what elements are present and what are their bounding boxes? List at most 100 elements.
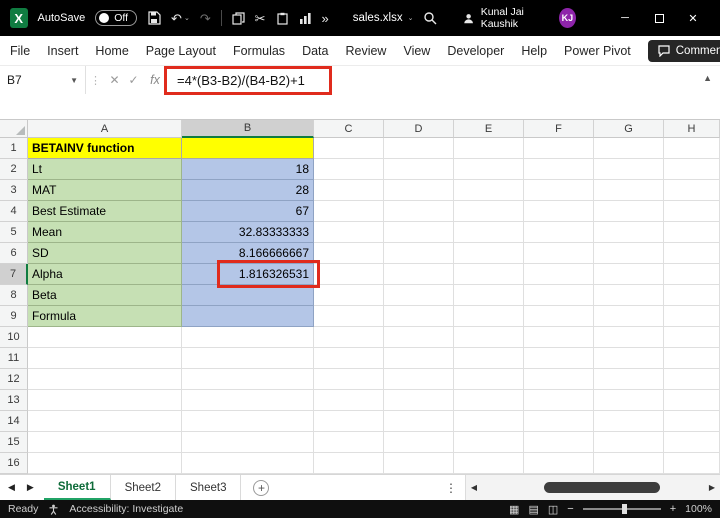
cell-F11[interactable] xyxy=(524,348,594,369)
cell-F14[interactable] xyxy=(524,411,594,432)
cell-G3[interactable] xyxy=(594,180,664,201)
accessibility-icon[interactable] xyxy=(48,504,59,515)
cell-C12[interactable] xyxy=(314,369,384,390)
cell-F1[interactable] xyxy=(524,138,594,159)
cell-E2[interactable] xyxy=(454,159,524,180)
cell-E9[interactable] xyxy=(454,306,524,327)
cell-H5[interactable] xyxy=(664,222,720,243)
save-icon[interactable] xyxy=(147,11,161,25)
cell-H4[interactable] xyxy=(664,201,720,222)
formula-bar-collapse-icon[interactable]: ▲ xyxy=(703,73,712,83)
cell-A14[interactable] xyxy=(28,411,182,432)
sheet-nav-left-icon[interactable]: ◀ xyxy=(8,482,15,493)
avatar[interactable]: KJ xyxy=(559,8,576,28)
column-header-H[interactable]: H xyxy=(664,120,720,138)
menu-review[interactable]: Review xyxy=(345,44,386,58)
cell-H3[interactable] xyxy=(664,180,720,201)
cell-A5[interactable]: Mean xyxy=(28,222,182,243)
tab-sheet1[interactable]: Sheet1 xyxy=(44,475,111,500)
excel-app-icon[interactable]: X xyxy=(10,8,28,28)
cell-E3[interactable] xyxy=(454,180,524,201)
cell-D1[interactable] xyxy=(384,138,454,159)
cell-F4[interactable] xyxy=(524,201,594,222)
toolbar-overflow-chevron-icon[interactable]: » xyxy=(322,12,329,25)
row-header-12[interactable]: 12 xyxy=(0,369,28,390)
undo-icon[interactable]: ↶⌄ xyxy=(171,12,190,25)
column-header-E[interactable]: E xyxy=(454,120,524,138)
cell-B8[interactable] xyxy=(182,285,314,306)
cell-H12[interactable] xyxy=(664,369,720,390)
hscroll-track[interactable] xyxy=(482,475,704,500)
menu-developer[interactable]: Developer xyxy=(447,44,504,58)
cell-E14[interactable] xyxy=(454,411,524,432)
column-header-G[interactable]: G xyxy=(594,120,664,138)
cell-F6[interactable] xyxy=(524,243,594,264)
cell-D7[interactable] xyxy=(384,264,454,285)
row-header-7[interactable]: 7 xyxy=(0,264,28,285)
cell-B2[interactable]: 18 xyxy=(182,159,314,180)
document-title[interactable]: sales.xlsx ⌄ xyxy=(353,12,414,24)
cell-F5[interactable] xyxy=(524,222,594,243)
tab-sheet2[interactable]: Sheet2 xyxy=(111,475,176,500)
cell-G11[interactable] xyxy=(594,348,664,369)
cell-D14[interactable] xyxy=(384,411,454,432)
maximize-button[interactable] xyxy=(642,4,676,32)
cell-H10[interactable] xyxy=(664,327,720,348)
cell-G2[interactable] xyxy=(594,159,664,180)
cell-E1[interactable] xyxy=(454,138,524,159)
cell-C5[interactable] xyxy=(314,222,384,243)
cell-A8[interactable]: Beta xyxy=(28,285,182,306)
cell-G4[interactable] xyxy=(594,201,664,222)
cell-B9[interactable] xyxy=(182,306,314,327)
cell-B3[interactable]: 28 xyxy=(182,180,314,201)
column-header-A[interactable]: A xyxy=(28,120,182,138)
copy-icon[interactable] xyxy=(232,12,245,25)
sheet-nav-right-icon[interactable]: ▶ xyxy=(27,482,34,493)
cell-G12[interactable] xyxy=(594,369,664,390)
cell-A10[interactable] xyxy=(28,327,182,348)
menu-file[interactable]: File xyxy=(10,44,30,58)
cell-H1[interactable] xyxy=(664,138,720,159)
cell-C6[interactable] xyxy=(314,243,384,264)
cell-B7[interactable]: 1.816326531 xyxy=(182,264,314,285)
cell-C7[interactable] xyxy=(314,264,384,285)
cell-G14[interactable] xyxy=(594,411,664,432)
tabbar-more-icon[interactable]: ⋮ xyxy=(437,481,465,495)
cell-D4[interactable] xyxy=(384,201,454,222)
cell-G15[interactable] xyxy=(594,432,664,453)
cell-A15[interactable] xyxy=(28,432,182,453)
cell-D5[interactable] xyxy=(384,222,454,243)
column-header-D[interactable]: D xyxy=(384,120,454,138)
cell-G5[interactable] xyxy=(594,222,664,243)
cancel-entry-icon[interactable]: ✕ xyxy=(105,73,124,87)
cell-E13[interactable] xyxy=(454,390,524,411)
cell-D16[interactable] xyxy=(384,453,454,474)
cell-H8[interactable] xyxy=(664,285,720,306)
cell-E10[interactable] xyxy=(454,327,524,348)
normal-view-icon[interactable]: ▦ xyxy=(509,503,519,516)
formula-input[interactable]: =4*(B3-B2)/(B4-B2)+1 xyxy=(177,73,305,88)
cell-E8[interactable] xyxy=(454,285,524,306)
cell-G7[interactable] xyxy=(594,264,664,285)
cell-H9[interactable] xyxy=(664,306,720,327)
zoom-level[interactable]: 100% xyxy=(685,503,712,515)
row-header-10[interactable]: 10 xyxy=(0,327,28,348)
cell-C13[interactable] xyxy=(314,390,384,411)
page-break-view-icon[interactable]: ◫ xyxy=(548,503,558,516)
paste-icon[interactable] xyxy=(276,12,289,25)
menu-formulas[interactable]: Formulas xyxy=(233,44,285,58)
cell-F15[interactable] xyxy=(524,432,594,453)
cell-A4[interactable]: Best Estimate xyxy=(28,201,182,222)
cell-B14[interactable] xyxy=(182,411,314,432)
add-sheet-button[interactable]: + xyxy=(253,480,269,496)
cell-C9[interactable] xyxy=(314,306,384,327)
cell-B15[interactable] xyxy=(182,432,314,453)
row-header-5[interactable]: 5 xyxy=(0,222,28,243)
row-header-11[interactable]: 11 xyxy=(0,348,28,369)
cell-C15[interactable] xyxy=(314,432,384,453)
zoom-slider[interactable] xyxy=(583,508,661,510)
cell-G16[interactable] xyxy=(594,453,664,474)
cell-F16[interactable] xyxy=(524,453,594,474)
select-all-corner[interactable] xyxy=(0,120,28,138)
cell-G9[interactable] xyxy=(594,306,664,327)
